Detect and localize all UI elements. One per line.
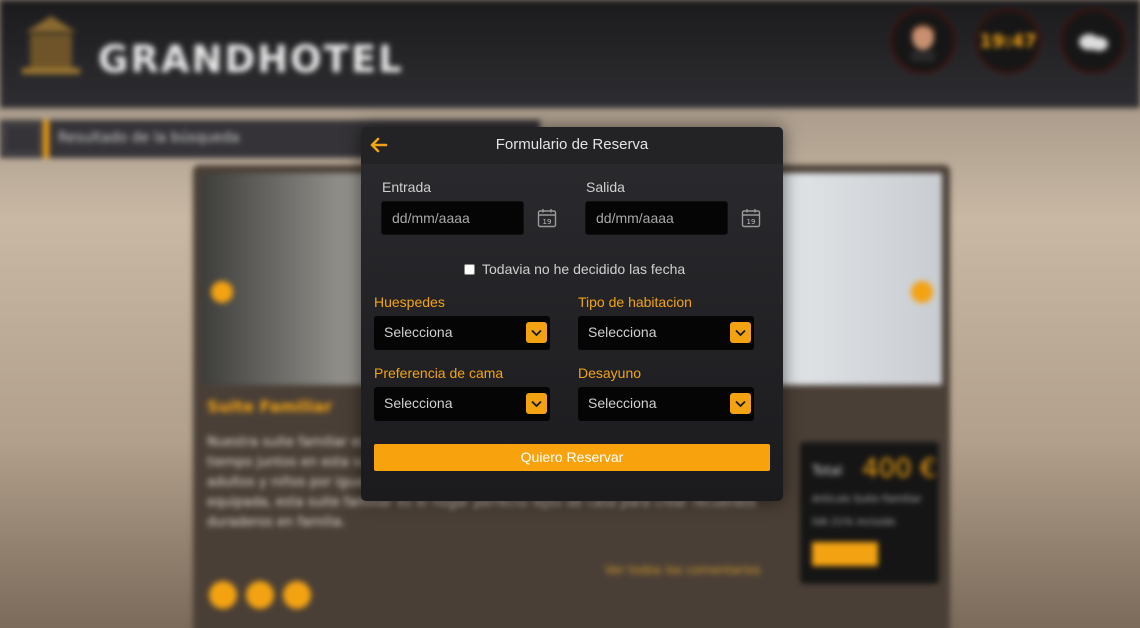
weather-widget	[1060, 8, 1126, 74]
price-amount: 400 €	[862, 454, 937, 484]
entrada-input[interactable]	[381, 201, 524, 235]
room-title: Suite Familiar	[207, 397, 333, 416]
clock-time: 19:47	[979, 30, 1037, 52]
user-face-icon	[911, 23, 935, 61]
results-label: Resultado de la búsqueda	[58, 130, 240, 146]
cloud-icon	[1079, 34, 1108, 51]
chevron-down-icon	[526, 322, 547, 343]
menu-icon[interactable]	[4, 124, 40, 154]
entrada-label: Entrada	[382, 179, 432, 195]
desayuno-value: Selecciona	[588, 395, 657, 411]
wifi-icon	[246, 581, 274, 609]
undecided-checkbox[interactable]	[464, 263, 475, 275]
modal-title: Formulario de Reserva	[495, 136, 649, 153]
amenity-icon-3	[283, 581, 311, 609]
price-row-item: Artículo Suite Familiar	[812, 494, 922, 505]
calendar-icon[interactable]: 19	[741, 208, 761, 228]
amenity-icon-1	[209, 581, 237, 609]
calendar-day: 19	[543, 218, 552, 226]
cama-label: Preferencia de cama	[374, 365, 504, 381]
huespedes-value: Selecciona	[384, 324, 453, 340]
modal-header: Formulario de Reserva	[361, 127, 783, 164]
price-row-tax: IVA 21% incluido	[812, 517, 896, 528]
book-small-button[interactable]	[812, 542, 878, 566]
huespedes-label: Huespedes	[374, 294, 445, 310]
calendar-icon[interactable]: 19	[537, 208, 557, 228]
tipo-value: Selecciona	[588, 324, 657, 340]
reviews-link[interactable]: Ver todos los comentarios	[605, 563, 761, 577]
price-box: Total 400 € Artículo Suite Familiar IVA …	[800, 442, 939, 584]
tipo-select[interactable]: Selecciona	[578, 316, 754, 350]
huespedes-select[interactable]: Selecciona	[374, 316, 550, 350]
cama-select[interactable]: Selecciona	[374, 387, 550, 421]
salida-input[interactable]	[585, 201, 728, 235]
undecided-label: Todavia no he decidido las fecha	[482, 261, 686, 277]
chevron-down-icon	[730, 393, 751, 414]
salida-label: Salida	[586, 179, 625, 195]
desayuno-label: Desayuno	[578, 365, 642, 381]
user-avatar[interactable]	[890, 8, 956, 74]
desayuno-select[interactable]: Selecciona	[578, 387, 754, 421]
submit-reservation-button[interactable]: Quiero Reservar	[374, 444, 770, 471]
site-header: GRANDHOTEL 19:47	[0, 0, 1140, 108]
hotel-logo-icon	[22, 16, 80, 74]
calendar-day: 19	[747, 218, 756, 226]
chevron-down-icon	[526, 393, 547, 414]
price-label: Total	[812, 464, 843, 479]
chevron-down-icon	[730, 322, 751, 343]
next-photo-button[interactable]	[911, 281, 933, 303]
reservation-modal: Formulario de Reserva Entrada 19 Salida …	[361, 127, 783, 501]
results-accent	[43, 120, 49, 158]
clock-widget: 19:47	[975, 8, 1041, 74]
undecided-row[interactable]: Todavia no he decidido las fecha	[464, 261, 685, 277]
prev-photo-button[interactable]	[211, 281, 233, 303]
cama-value: Selecciona	[384, 395, 453, 411]
brand-name: GRANDHOTEL	[98, 38, 404, 81]
tipo-label: Tipo de habitacion	[578, 294, 692, 310]
